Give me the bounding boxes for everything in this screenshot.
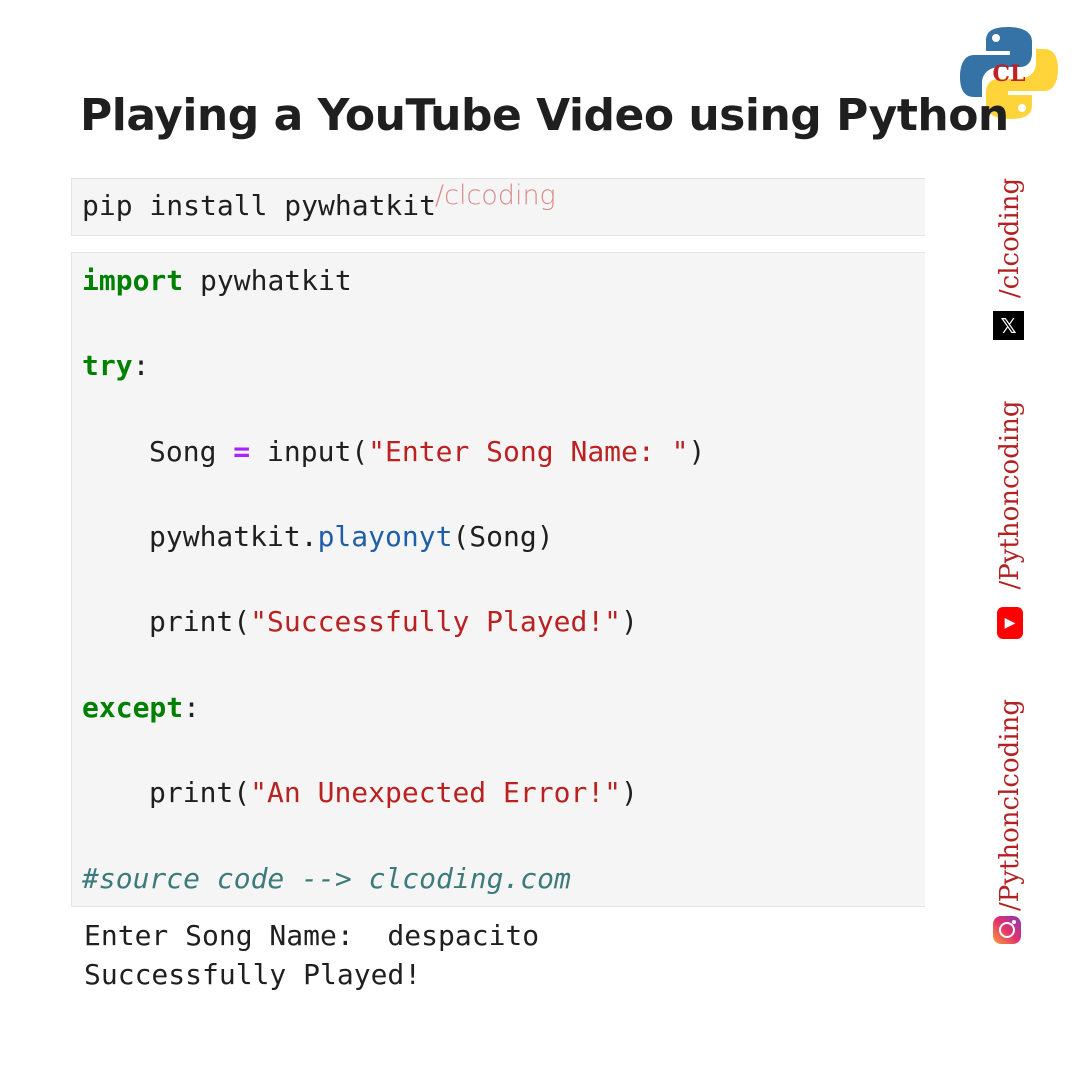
- code-line-input: Song = input("Enter Song Name: "): [149, 435, 705, 468]
- output-line-2: Successfully Played!: [84, 958, 422, 991]
- instagram-icon[interactable]: [993, 916, 1021, 944]
- input-close-paren: ): [688, 435, 706, 468]
- song-variable: Song: [149, 435, 234, 468]
- code-line-print-success: print("Successfully Played!"): [149, 605, 638, 638]
- code-line-playonyt: pywhatkit.playonyt(Song): [149, 520, 554, 553]
- module-name: pywhatkit: [183, 264, 352, 297]
- code-comment: #source code --> clcoding.com: [82, 862, 571, 895]
- playonyt-function: playonyt: [317, 520, 453, 553]
- keyword-import: import: [82, 264, 184, 297]
- x-twitter-icon[interactable]: 𝕏: [993, 311, 1024, 340]
- code-line-print-error: print("An Unexpected Error!"): [149, 776, 638, 809]
- pywhatkit-object: pywhatkit.: [149, 520, 318, 553]
- instagram-handle[interactable]: /Pythonclcoding: [995, 699, 1025, 911]
- print-open-error: print(: [149, 776, 251, 809]
- input-call: input(: [250, 435, 369, 468]
- twitter-handle[interactable]: /clcoding: [995, 178, 1025, 298]
- keyword-except: except: [82, 691, 184, 724]
- playonyt-argument: (Song): [452, 520, 554, 553]
- print-close-paren-error: ): [621, 776, 638, 809]
- pip-install-command: pip install pywhatkit: [82, 189, 437, 222]
- page-title: Playing a YouTube Video using Python: [80, 90, 1009, 141]
- error-string: "An Unexpected Error!": [250, 776, 622, 809]
- youtube-handle[interactable]: /Pythoncoding: [995, 400, 1025, 589]
- try-colon: :: [132, 349, 150, 382]
- prompt-string: "Enter Song Name: ": [368, 435, 689, 468]
- print-open: print(: [149, 605, 251, 638]
- youtube-icon[interactable]: ▶: [997, 607, 1023, 639]
- except-colon: :: [183, 691, 201, 724]
- assign-operator: =: [233, 435, 251, 468]
- code-line-try: try:: [82, 349, 149, 382]
- logo-text: CL: [993, 61, 1026, 87]
- watermark: /clcoding: [435, 180, 556, 211]
- print-close-paren: ): [621, 605, 638, 638]
- keyword-try: try: [82, 349, 133, 382]
- code-line-import: import pywhatkit: [82, 264, 352, 297]
- success-string: "Successfully Played!": [250, 605, 622, 638]
- output-line-1: Enter Song Name: despacito: [84, 919, 540, 952]
- code-line-except: except:: [82, 691, 200, 724]
